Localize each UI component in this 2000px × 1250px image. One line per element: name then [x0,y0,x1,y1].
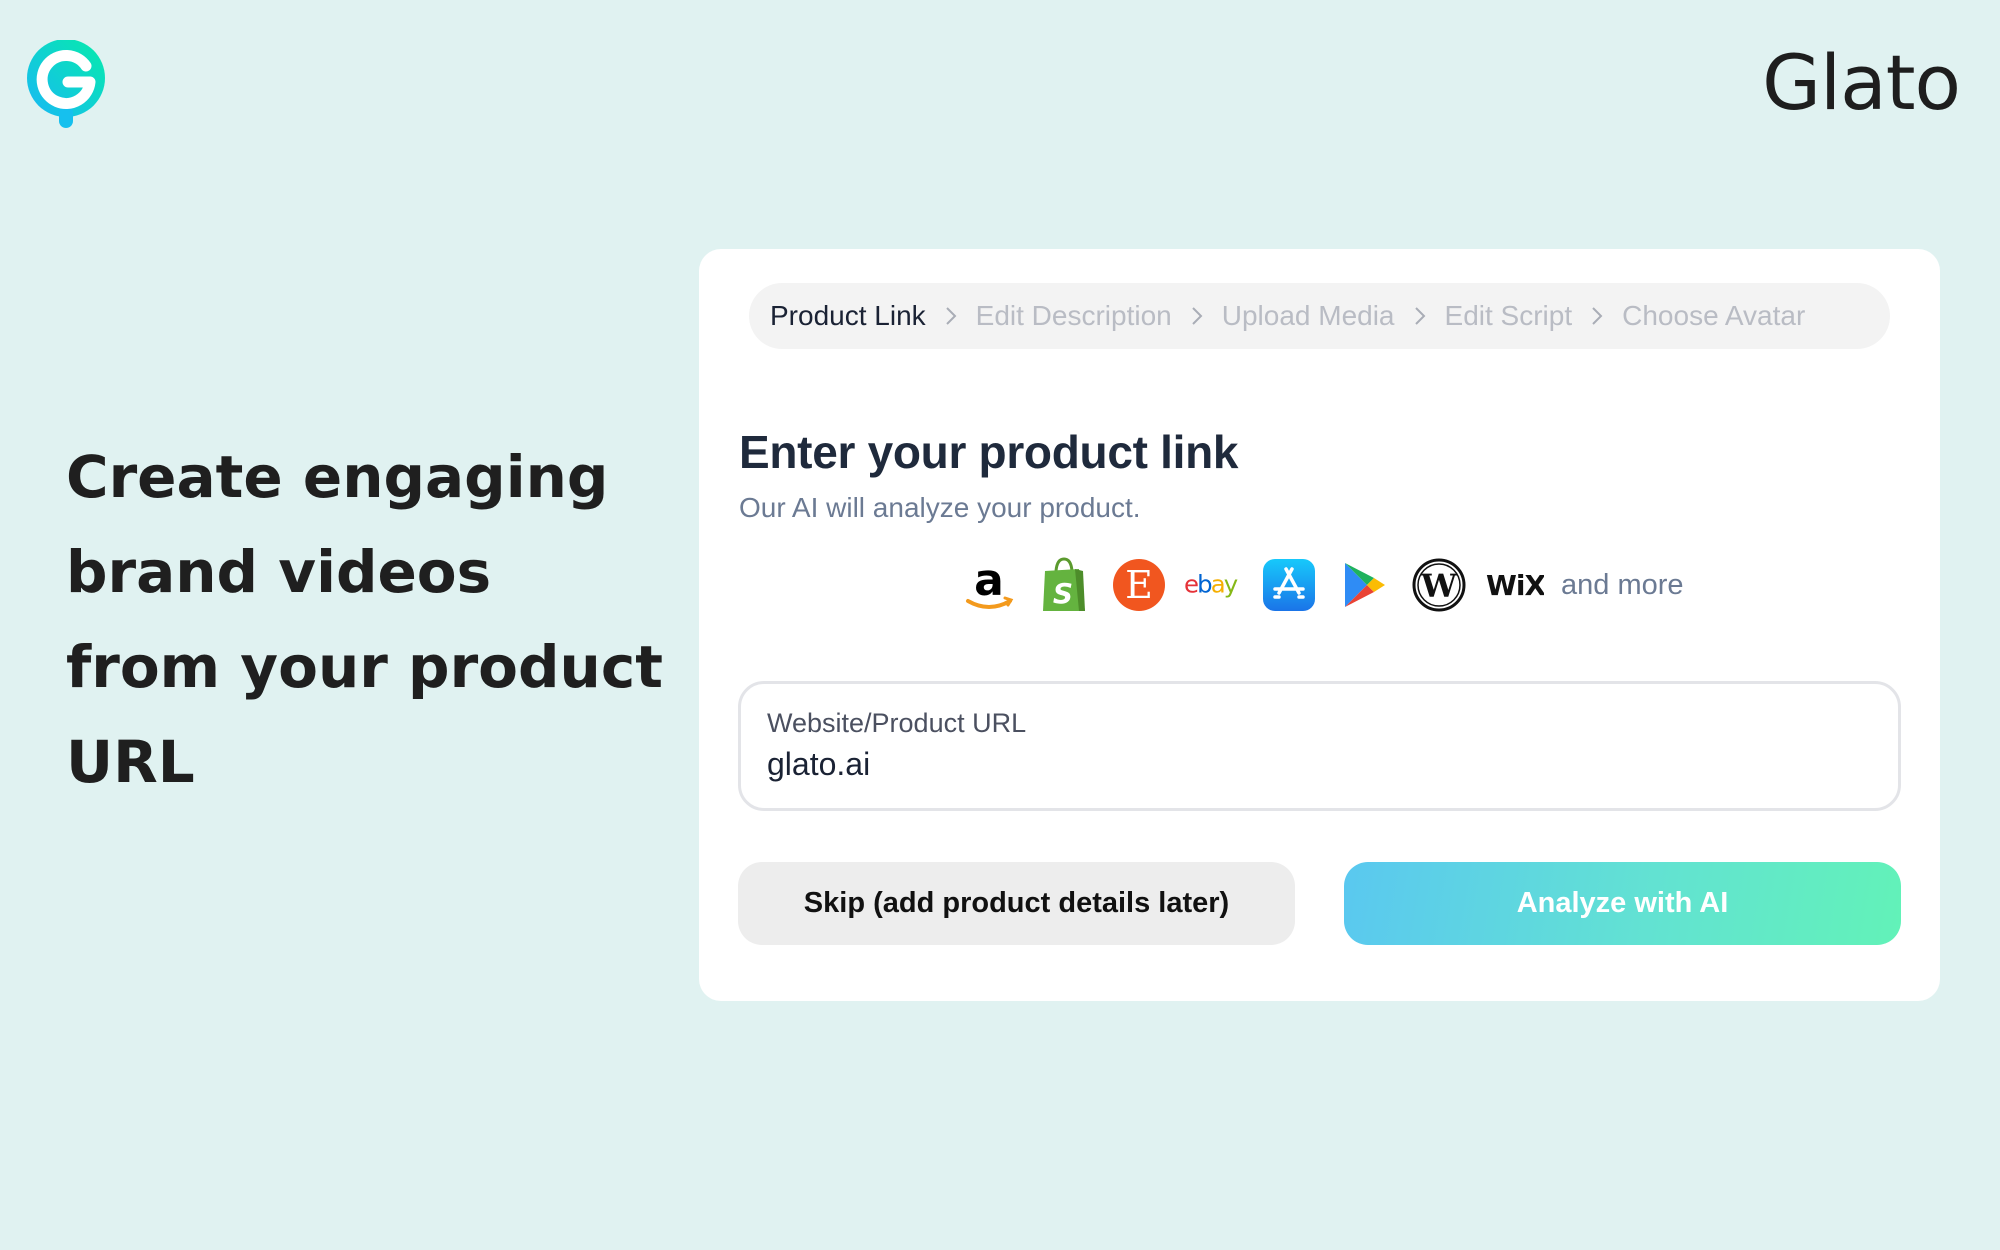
chevron-right-icon [1172,306,1222,326]
form-subtitle: Our AI will analyze your product. [739,492,1141,523]
app-store-icon [1259,555,1319,615]
google-play-icon [1334,555,1394,615]
svg-text:WiX: WiX [1486,569,1544,602]
glato-logo-icon[interactable] [26,39,106,130]
wordpress-icon: W [1409,555,1469,615]
shopify-icon: S [1034,555,1094,615]
url-input[interactable] [767,746,1767,783]
step-product-link[interactable]: Product Link [770,300,926,332]
brand-wordmark: Glato [1762,38,1961,127]
hero-line: URL [66,728,195,796]
step-edit-description[interactable]: Edit Description [976,300,1172,332]
wix-icon: WiX [1484,555,1544,615]
url-field-label: Website/Product URL [767,708,1027,738]
svg-text:ebay: ebay [1184,570,1238,599]
supported-platforms: a S E ebay W WiX and more [959,555,1684,615]
hero-line: brand videos [66,538,492,606]
chevron-right-icon [1572,306,1622,326]
chevron-right-icon [1395,306,1445,326]
chevron-right-icon [926,306,976,326]
step-choose-avatar[interactable]: Choose Avatar [1622,300,1805,332]
skip-button[interactable]: Skip (add product details later) [738,862,1295,945]
svg-text:E: E [1125,563,1153,607]
analyze-with-ai-button[interactable]: Analyze with AI [1344,862,1901,945]
step-edit-script[interactable]: Edit Script [1445,300,1573,332]
hero-headline: Create engaging brand videos from your p… [66,430,666,810]
svg-text:W: W [1420,567,1458,605]
step-upload-media[interactable]: Upload Media [1222,300,1395,332]
amazon-icon: a [959,555,1019,615]
hero-line: from your product [66,633,663,701]
product-link-card: Product Link Edit Description Upload Med… [699,249,1940,1001]
ebay-icon: ebay [1184,555,1244,615]
stepper-breadcrumb: Product Link Edit Description Upload Med… [749,283,1890,349]
svg-text:S: S [1053,577,1073,610]
etsy-icon: E [1109,555,1169,615]
hero-line: Create engaging [66,443,609,511]
svg-text:a: a [974,557,1004,606]
form-title: Enter your product link [739,426,1239,478]
url-field[interactable]: Website/Product URL [738,681,1901,811]
platforms-more-text: and more [1561,568,1684,601]
